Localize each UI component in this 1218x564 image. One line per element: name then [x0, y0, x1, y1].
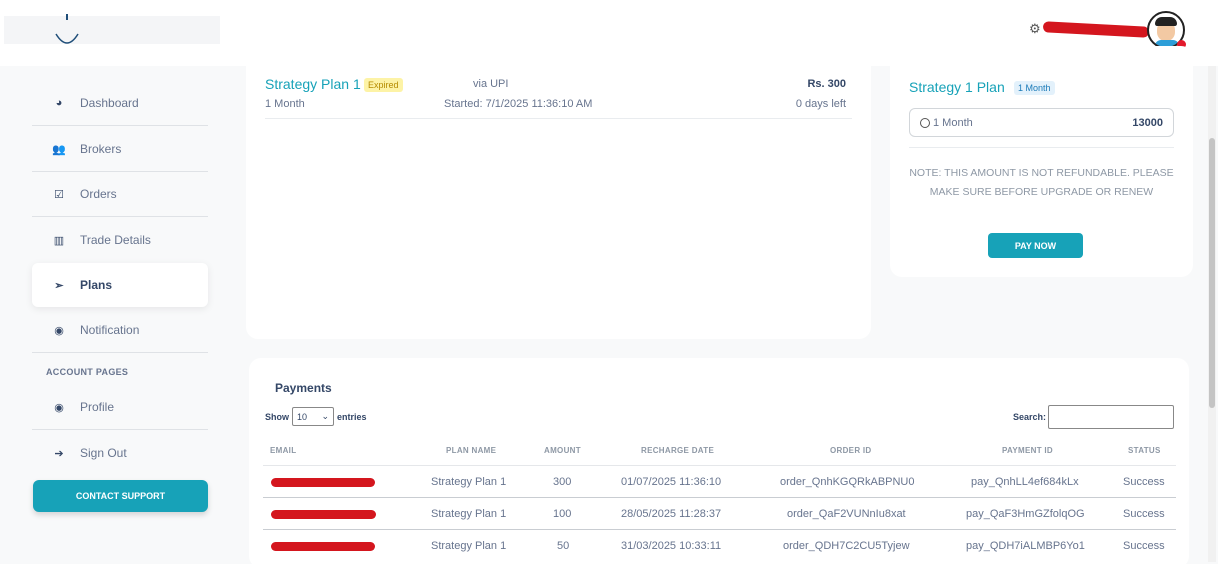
table-cell-order-id: order_QnhKGQRkABPNU0 — [780, 476, 915, 488]
payments-title: Payments — [275, 381, 332, 395]
sidebar-item-label: Sign Out — [80, 446, 127, 460]
upgrade-plan-title: Strategy 1 Plan — [909, 79, 1005, 95]
sidebar-item-label: Plans — [80, 278, 113, 292]
divider — [265, 118, 852, 119]
dashboard-icon: ◕ — [55, 97, 63, 109]
days-left: 0 days left — [795, 98, 846, 110]
bar-chart-icon: ▥ — [53, 234, 65, 247]
page-size-value: 10 — [297, 411, 308, 422]
table-cell-plan: Strategy Plan 1 — [431, 508, 507, 520]
table-cell-order-id: order_QDH7C2CU5Tyjew — [783, 540, 910, 552]
scrollbar-thumb[interactable] — [1209, 138, 1215, 408]
section-heading: ACCOUNT PAGES — [46, 367, 129, 377]
plan-start-date: Started: 7/1/2025 11:36:10 AM — [444, 98, 593, 110]
duration-badge: 1 Month — [1014, 81, 1055, 95]
plan-option[interactable]: 1 Month 13000 — [909, 108, 1174, 137]
table-cell-amount: 100 — [553, 508, 572, 520]
status-badge: Expired — [364, 78, 403, 92]
plan-duration: 1 Month — [265, 98, 305, 110]
divider — [263, 465, 1176, 466]
search-label: Search: — [1013, 412, 1047, 422]
column-header-recharge-date[interactable]: RECHARGE DATE — [641, 446, 714, 455]
table-search: Search: — [1013, 405, 1175, 429]
table-cell-order-id: order_QaF2VUNnIu8xat — [787, 508, 906, 520]
column-header-email[interactable]: EMAIL — [270, 446, 296, 455]
option-label: 1 Month — [933, 116, 973, 129]
divider — [263, 497, 1176, 498]
sidebar-item-brokers[interactable]: 👥 Brokers — [32, 127, 208, 171]
table-cell-status: Success — [1123, 508, 1165, 520]
table-cell-date: 31/03/2025 10:33:11 — [621, 540, 722, 552]
redacted-email — [271, 510, 376, 519]
refund-note: NOTE: THIS AMOUNT IS NOT REFUNDABLE. PLE… — [909, 167, 1174, 198]
divider — [32, 429, 208, 430]
sidebar-item-label: Profile — [80, 400, 115, 414]
payments-card: Payments Show 10 ⌄ entries Search: EMAIL… — [249, 358, 1189, 564]
page-size-control: Show 10 ⌄ entries — [265, 407, 367, 426]
redacted-username — [1042, 21, 1150, 38]
page-size-select[interactable]: 10 ⌄ — [292, 407, 334, 426]
column-header-plan-name[interactable]: PLAN NAME — [446, 446, 496, 455]
user-circle-icon: ◉ — [54, 401, 64, 414]
logo-area — [4, 16, 220, 44]
users-icon: 👥 — [52, 143, 66, 156]
paper-plane-icon: ➢ — [54, 279, 64, 292]
column-header-payment-id[interactable]: PAYMENT ID — [1002, 446, 1053, 455]
option-price: 13000 — [1132, 117, 1163, 129]
table-cell-status: Success — [1123, 540, 1165, 552]
sidebar-item-dashboard[interactable]: ◕ Dashboard — [32, 81, 208, 125]
sidebar-item-orders[interactable]: ☑ Orders — [32, 172, 208, 216]
sidebar-item-label: Orders — [80, 187, 117, 201]
divider — [263, 529, 1176, 530]
table-cell-payment-id: pay_QDH7iALMBP6Yo1 — [966, 540, 1085, 552]
sidebar-item-label: Notification — [80, 323, 140, 337]
search-input[interactable] — [1048, 405, 1175, 429]
calendar-check-icon: ☑ — [54, 188, 64, 201]
show-label: Show — [265, 411, 289, 422]
user-circle-icon: ◉ — [54, 324, 64, 337]
brand-logo-icon[interactable] — [52, 12, 82, 48]
sidebar-item-trade-details[interactable]: ▥ Trade Details — [32, 218, 208, 262]
sidebar-item-label: Dashboard — [80, 96, 139, 110]
plan-name[interactable]: Strategy Plan 1 — [265, 76, 361, 92]
sidebar-item-label: Trade Details — [80, 233, 151, 247]
divider — [909, 147, 1174, 148]
table-cell-date: 28/05/2025 11:28:37 — [621, 508, 722, 520]
sign-out-icon: ➔ — [54, 447, 64, 460]
radio-button[interactable] — [920, 117, 930, 128]
upgrade-plan-card: Strategy 1 Plan 1 Month 1 Month 13000 NO… — [890, 46, 1193, 277]
table-cell-payment-id: pay_QaF3HmGZfolqOG — [966, 508, 1085, 520]
sidebar: ◕ Dashboard 👥 Brokers ☑ Orders ▥ Trade D… — [18, 66, 224, 562]
table-cell-amount: 50 — [557, 540, 570, 552]
entries-label: entries — [337, 411, 367, 422]
chevron-down-icon: ⌄ — [321, 411, 329, 421]
plan-price: Rs. 300 — [807, 78, 846, 90]
payment-method: via UPI — [473, 78, 509, 90]
redacted-email — [271, 478, 375, 487]
sidebar-item-sign-out[interactable]: ➔ Sign Out — [32, 431, 208, 475]
table-cell-amount: 300 — [553, 476, 572, 488]
table-cell-date: 01/07/2025 11:36:10 — [621, 476, 722, 488]
sidebar-item-label: Brokers — [80, 142, 122, 156]
redacted-email — [271, 542, 375, 551]
contact-support-button[interactable]: CONTACT SUPPORT — [33, 480, 208, 512]
sidebar-item-plans[interactable]: ➢ Plans — [32, 263, 208, 307]
settings-gear-icon[interactable]: ⚙ — [1029, 21, 1041, 37]
divider — [32, 352, 208, 353]
column-header-amount[interactable]: AMOUNT — [544, 446, 581, 455]
divider — [32, 125, 208, 126]
pay-now-button[interactable]: PAY NOW — [988, 233, 1083, 258]
table-cell-plan: Strategy Plan 1 — [431, 476, 507, 488]
divider — [32, 216, 208, 217]
sidebar-item-notification[interactable]: ◉ Notification — [32, 308, 208, 352]
table-cell-payment-id: pay_QnhLL4ef684kLx — [971, 476, 1079, 488]
sidebar-item-profile[interactable]: ◉ Profile — [32, 385, 208, 429]
current-plan-card: Strategy Plan 1 Expired 1 Month via UPI … — [246, 48, 871, 339]
column-header-status[interactable]: STATUS — [1128, 446, 1161, 455]
table-cell-status: Success — [1123, 476, 1165, 488]
table-cell-plan: Strategy Plan 1 — [431, 540, 507, 552]
column-header-order-id[interactable]: ORDER ID — [830, 446, 872, 455]
